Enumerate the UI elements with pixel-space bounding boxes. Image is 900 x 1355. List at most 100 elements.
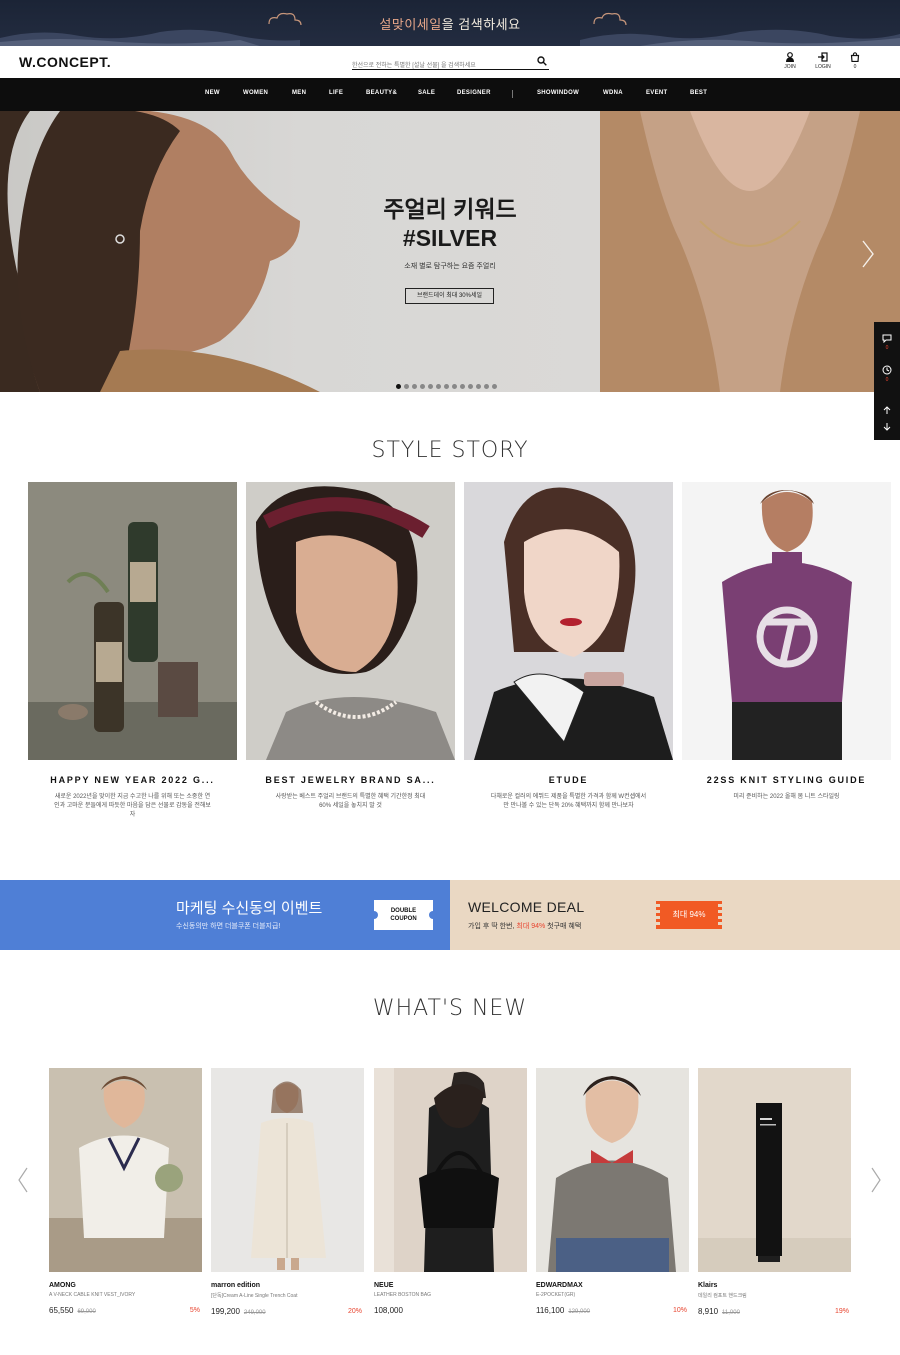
nav-beauty[interactable]: BEAUTY&	[366, 90, 397, 96]
double-coupon-badge: DOUBLE COUPON	[370, 900, 437, 930]
product-price: 199,200	[211, 1307, 240, 1316]
recent-count: 0	[885, 377, 889, 383]
shopping-bag-icon	[850, 52, 860, 62]
carousel-dot[interactable]	[396, 384, 401, 389]
product-price-row: 199,200 249,000 20%	[211, 1307, 364, 1316]
hero-carousel[interactable]: 주얼리 키워드 #SILVER 소재 별로 탐구하는 요즘 주얼리 브랜드데이 …	[0, 111, 900, 392]
chat-quick-button[interactable]: 0	[874, 334, 900, 351]
top-banner-suffix: 을 검색하세요	[441, 17, 521, 32]
product-name: 데일리 컴포트 핸드크림	[698, 1293, 747, 1299]
marketing-consent-banner[interactable]: 마케팅 수신동의 이벤트 수신동의만 하면 더블쿠폰 더블지급! DOUBLE …	[0, 880, 450, 950]
welcome-deal-highlight: 최대 94%	[516, 923, 546, 930]
product-image	[374, 1068, 527, 1272]
product-card[interactable]: AMONG A V-NECK CABLE KNIT VEST_IVORY 65,…	[49, 1068, 202, 1315]
style-story-card[interactable]: 22SS KNIT STYLING GUIDE 미리 준비하는 2022 올해 …	[682, 482, 891, 802]
hero-cta-button[interactable]: 브랜드데이 최대 30%세일	[405, 288, 494, 304]
nav-new[interactable]: NEW	[205, 90, 220, 96]
shampoo-product-photo	[28, 482, 237, 760]
login-icon	[818, 52, 828, 62]
nav-women[interactable]: WOMEN	[243, 90, 268, 96]
top-banner-highlight: 설맞이세일	[379, 17, 442, 32]
carousel-dot[interactable]	[484, 384, 489, 389]
carousel-dot[interactable]	[436, 384, 441, 389]
arrow-down-icon	[883, 423, 891, 431]
arrow-up-icon	[883, 406, 891, 414]
chevron-right-icon[interactable]	[860, 239, 876, 269]
carousel-dot[interactable]	[452, 384, 457, 389]
product-discount: 20%	[347, 1308, 362, 1315]
product-price-row: 108,000	[374, 1306, 527, 1315]
product-brand: AMONG	[49, 1282, 76, 1289]
carousel-dot[interactable]	[460, 384, 465, 389]
search-input[interactable]	[352, 59, 532, 73]
product-card[interactable]: Klairs 데일리 컴포트 핸드크림 8,910 11,000 19%	[698, 1068, 851, 1316]
nav-sale[interactable]: SALE	[418, 90, 435, 96]
nav-event[interactable]: EVENT	[646, 90, 668, 96]
nav-wdna[interactable]: WDNA	[603, 90, 623, 96]
carousel-dot[interactable]	[492, 384, 497, 389]
search-icon[interactable]	[537, 56, 547, 66]
product-card[interactable]: marron edition [단독]Cream A-Line Single T…	[211, 1068, 364, 1316]
product-price: 65,550	[49, 1306, 74, 1315]
nav-men[interactable]: MEN	[292, 90, 306, 96]
product-image	[698, 1068, 851, 1272]
product-name: A V-NECK CABLE KNIT VEST_IVORY	[49, 1292, 136, 1298]
product-image	[536, 1068, 689, 1272]
scroll-bottom-button[interactable]	[874, 422, 900, 433]
style-story-card[interactable]: ETUDE 다채로운 컬러의 에뛰드 제품을 특별한 가격과 함께 W컨셉에서만…	[464, 482, 673, 811]
carousel-dot[interactable]	[428, 384, 433, 389]
story-image	[28, 482, 237, 760]
chevron-left-icon[interactable]	[17, 1166, 29, 1194]
story-title: HAPPY NEW YEAR 2022 G...	[50, 775, 215, 785]
carousel-dot[interactable]	[468, 384, 473, 389]
recent-quick-button[interactable]: 0	[874, 365, 900, 383]
product-card[interactable]: EDWARDMAX E-2POCKET(GR) 116,100 129,000 1…	[536, 1068, 689, 1315]
nav-divider	[512, 90, 513, 98]
etude-model-photo	[464, 482, 673, 760]
carousel-dot[interactable]	[404, 384, 409, 389]
carousel-dot[interactable]	[476, 384, 481, 389]
story-image	[246, 482, 455, 760]
carousel-dot[interactable]	[420, 384, 425, 389]
knit-model-photo	[682, 482, 891, 760]
style-story-card[interactable]: HAPPY NEW YEAR 2022 G... 새로운 2022년을 맞이한 …	[28, 482, 237, 820]
login-button[interactable]: LOGIN	[811, 52, 835, 70]
site-logo[interactable]: W.CONCEPT.	[19, 54, 111, 70]
hero-headline-line2: #SILVER	[402, 225, 498, 251]
marketing-subtitle: 수신동의만 하면 더블쿠폰 더블지급!	[176, 923, 281, 930]
top-promo-banner[interactable]: 설맞이세일을 검색하세요	[0, 0, 900, 46]
chevron-right-icon[interactable]	[870, 1166, 882, 1194]
product-card[interactable]: NEUE LEATHER BOSTON BAG 108,000	[374, 1068, 527, 1315]
history-clock-icon	[882, 365, 892, 375]
product-discount: 19%	[834, 1308, 849, 1315]
join-button[interactable]: JOIN	[778, 52, 802, 70]
nav-designer[interactable]: DESIGNER	[457, 90, 491, 96]
nav-life[interactable]: LIFE	[329, 90, 343, 96]
story-description: 사랑받는 베스트 주얼리 브랜드의 특별한 혜택 기간한정 최대 60% 세일을…	[275, 794, 426, 809]
product-price: 8,910	[698, 1307, 719, 1316]
product-discount: 10%	[672, 1307, 687, 1314]
welcome-deal-title: WELCOME DEAL	[468, 899, 585, 915]
story-description: 다채로운 컬러의 에뛰드 제품을 특별한 가격과 함께 W컨셉에서만 만나볼 수…	[490, 794, 647, 809]
cart-button[interactable]: 0	[843, 52, 867, 70]
product-original-price: 11,000	[722, 1310, 740, 1316]
carousel-dot[interactable]	[444, 384, 449, 389]
whats-new-title: WHAT'S NEW	[372, 996, 528, 1021]
carousel-dot[interactable]	[412, 384, 417, 389]
top-banner-text: 설맞이세일을 검색하세요	[0, 14, 900, 33]
style-story-card[interactable]: BEST JEWELRY BRAND SA... 사랑받는 베스트 주얼리 브랜…	[246, 482, 455, 811]
product-original-price: 69,000	[77, 1309, 96, 1315]
boston-bag-photo	[374, 1068, 527, 1272]
scroll-top-button[interactable]	[874, 406, 900, 417]
nav-showindow[interactable]: SHOWINDOW	[537, 90, 579, 96]
trench-coat-photo	[211, 1068, 364, 1272]
product-price: 116,100	[536, 1306, 565, 1315]
welcome-deal-banner[interactable]: WELCOME DEAL 가입 후 딱 한번, 최대 94% 첫구매 혜택 최대…	[450, 880, 900, 950]
welcome-deal-sub-a: 가입 후 딱 한번,	[468, 923, 515, 930]
search-bar	[352, 54, 549, 73]
join-label: JOIN	[784, 64, 796, 70]
hero-jewelry-photo	[600, 111, 900, 392]
hero-headline: 주얼리 키워드 #SILVER	[360, 195, 540, 253]
product-price: 108,000	[374, 1306, 403, 1315]
nav-best[interactable]: BEST	[690, 90, 707, 96]
